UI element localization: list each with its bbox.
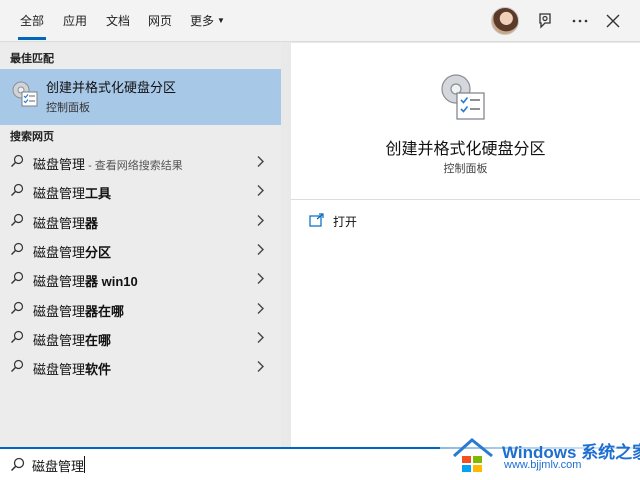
search-icon <box>11 330 24 343</box>
web-result-text: 磁盘管理在哪 <box>33 330 111 349</box>
chevron-right-icon[interactable] <box>255 302 265 315</box>
search-icon <box>11 154 24 167</box>
web-result-suggestion: 工具 <box>85 186 112 202</box>
web-result-item[interactable]: 磁盘管理在哪 <box>0 323 281 352</box>
web-result-query: 磁盘管理 <box>33 244 86 260</box>
divider <box>291 199 640 200</box>
web-result-text: 磁盘管理器 <box>33 213 98 232</box>
web-result-text: 磁盘管理 - 查看网络搜索结果 <box>33 154 183 173</box>
search-input[interactable] <box>32 453 432 477</box>
web-result-suggestion: 分区 <box>85 244 112 260</box>
tab-more[interactable]: 更多 ▼ <box>190 12 225 29</box>
open-icon <box>309 213 324 227</box>
tab-documents-label: 文档 <box>106 14 131 28</box>
best-match-header: 最佳匹配 <box>10 53 54 65</box>
preview-subtitle: 控制面板 <box>443 163 488 175</box>
chevron-down-icon: ▼ <box>217 16 225 25</box>
web-result-suggestion: 器在哪 <box>85 303 125 319</box>
results-pane: 最佳匹配 创建并格式化硬盘分区 控制面板 搜索网页 磁盘管理 - 查看网络搜索结… <box>0 43 281 447</box>
tab-apps-label: 应用 <box>63 14 88 28</box>
web-result-item[interactable]: 磁盘管理器 <box>0 206 281 235</box>
chevron-right-icon[interactable] <box>255 155 265 168</box>
web-result-query: 磁盘管理 <box>33 215 86 231</box>
web-result-suggestion: 在哪 <box>85 332 112 348</box>
search-icon <box>11 301 24 314</box>
watermark-url: www.bjjmlv.com <box>504 459 582 471</box>
web-result-hint: - 查看网络搜索结果 <box>85 160 183 172</box>
web-search-header: 搜索网页 <box>10 131 54 143</box>
search-icon <box>11 242 24 255</box>
top-bar: 全部 应用 文档 网页 更多 ▼ <box>0 0 640 42</box>
search-icon <box>10 457 25 472</box>
search-icon <box>11 359 24 373</box>
control-panel-disk-icon <box>12 81 38 107</box>
best-match-subtitle: 控制面板 <box>46 102 90 114</box>
web-result-item[interactable]: 磁盘管理器在哪 <box>0 294 281 323</box>
watermark: Windows 系统之家 www.bjjmlv.com <box>440 428 640 480</box>
web-result-query: 磁盘管理 <box>33 362 86 378</box>
web-result-text: 磁盘管理工具 <box>33 183 111 202</box>
web-result-item[interactable]: 磁盘管理 - 查看网络搜索结果 <box>0 147 281 176</box>
web-result-suggestion: 软件 <box>85 362 112 378</box>
chevron-right-icon[interactable] <box>255 184 265 197</box>
control-panel-disk-icon <box>441 74 485 120</box>
tab-web-label: 网页 <box>148 14 173 28</box>
web-result-query: 磁盘管理 <box>33 332 86 348</box>
tab-all[interactable]: 全部 <box>17 12 47 40</box>
chevron-right-icon[interactable] <box>255 214 265 227</box>
tab-apps[interactable]: 应用 <box>63 12 87 29</box>
close-icon[interactable] <box>603 11 623 31</box>
tab-documents[interactable]: 文档 <box>106 12 130 29</box>
open-label: 打开 <box>333 215 358 229</box>
windows-logo-icon <box>453 438 493 472</box>
preview-title: 创建并格式化硬盘分区 <box>385 141 546 158</box>
web-result-query: 磁盘管理 <box>33 303 86 319</box>
web-result-text: 磁盘管理器 win10 <box>33 271 138 290</box>
chevron-right-icon[interactable] <box>255 243 265 256</box>
web-result-text: 磁盘管理分区 <box>33 242 111 261</box>
chevron-right-icon[interactable] <box>255 331 265 344</box>
web-result-item[interactable]: 磁盘管理器 win10 <box>0 264 281 293</box>
web-result-query: 磁盘管理 <box>33 274 86 290</box>
search-icon <box>11 272 24 285</box>
tab-more-label: 更多 <box>190 14 215 28</box>
open-button[interactable]: 打开 <box>309 210 429 232</box>
avatar[interactable] <box>491 7 519 35</box>
chevron-right-icon[interactable] <box>255 360 265 373</box>
best-match-title: 创建并格式化硬盘分区 <box>46 80 177 95</box>
web-result-item[interactable]: 磁盘管理工具 <box>0 176 281 205</box>
web-result-item[interactable]: 磁盘管理分区 <box>0 235 281 264</box>
tab-web[interactable]: 网页 <box>148 12 172 29</box>
preview-pane: 创建并格式化硬盘分区 控制面板 打开 <box>291 43 640 447</box>
search-icon <box>11 213 24 226</box>
web-result-query: 磁盘管理 <box>33 157 86 172</box>
best-match-item[interactable]: 创建并格式化硬盘分区 控制面板 <box>0 69 281 125</box>
feedback-icon[interactable] <box>536 11 556 31</box>
web-result-text: 磁盘管理软件 <box>33 359 111 378</box>
web-result-suggestion: 器 <box>85 215 99 231</box>
more-icon[interactable] <box>570 11 590 31</box>
tab-all-label: 全部 <box>20 14 45 28</box>
search-icon <box>11 184 24 197</box>
web-result-text: 磁盘管理器在哪 <box>33 301 124 320</box>
web-result-item[interactable]: 磁盘管理软件 <box>0 352 281 381</box>
web-result-query: 磁盘管理 <box>33 186 86 202</box>
chevron-right-icon[interactable] <box>255 272 265 285</box>
watermark-brand-cn: 系统之家 <box>581 443 640 462</box>
text-caret <box>84 456 85 473</box>
web-result-suggestion: 器 win10 <box>85 274 138 290</box>
